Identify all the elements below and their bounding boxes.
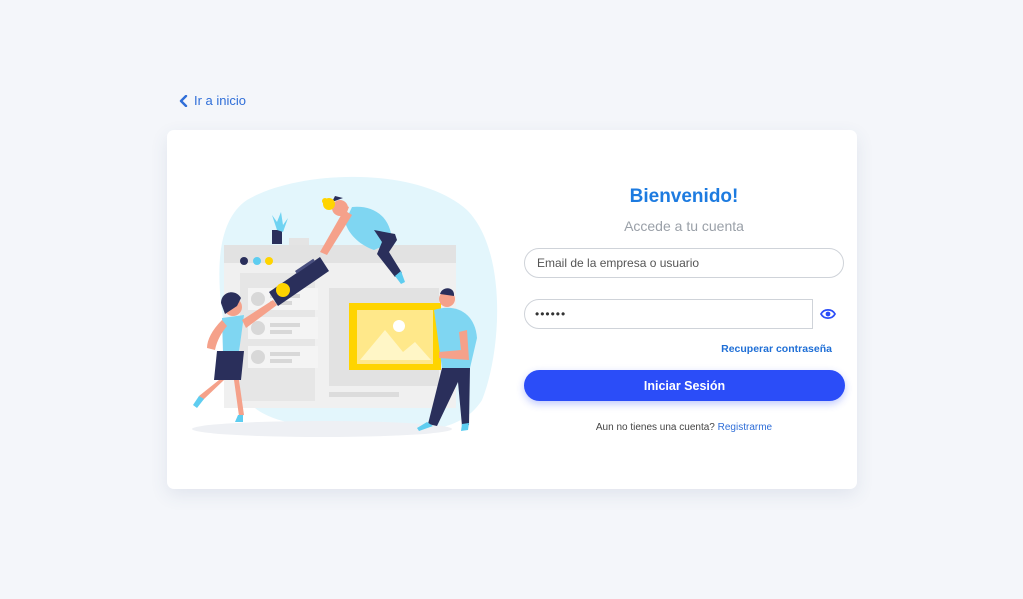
recover-password-link[interactable]: Recuperar contraseña <box>667 343 832 355</box>
login-button[interactable]: Iniciar Sesión <box>524 370 845 401</box>
register-row: Aun no tienes una cuenta? Registrarme <box>524 422 844 433</box>
login-card: Bienvenido! Accede a tu cuenta Recuperar… <box>167 130 857 489</box>
team-illustration <box>192 176 498 437</box>
welcome-title: Bienvenido! <box>629 186 739 207</box>
register-link[interactable]: Registrarme <box>718 422 772 433</box>
chevron-left-icon <box>179 94 188 107</box>
register-prompt: Aun no tienes una cuenta? <box>595 422 715 433</box>
password-input[interactable] <box>524 299 813 329</box>
back-home-label: Ir a inicio <box>194 93 247 108</box>
back-home-link[interactable]: Ir a inicio <box>179 93 246 108</box>
email-username-input[interactable] <box>524 248 844 278</box>
welcome-subtitle: Accede a tu cuenta <box>624 218 744 234</box>
eye-icon[interactable] <box>820 307 836 321</box>
